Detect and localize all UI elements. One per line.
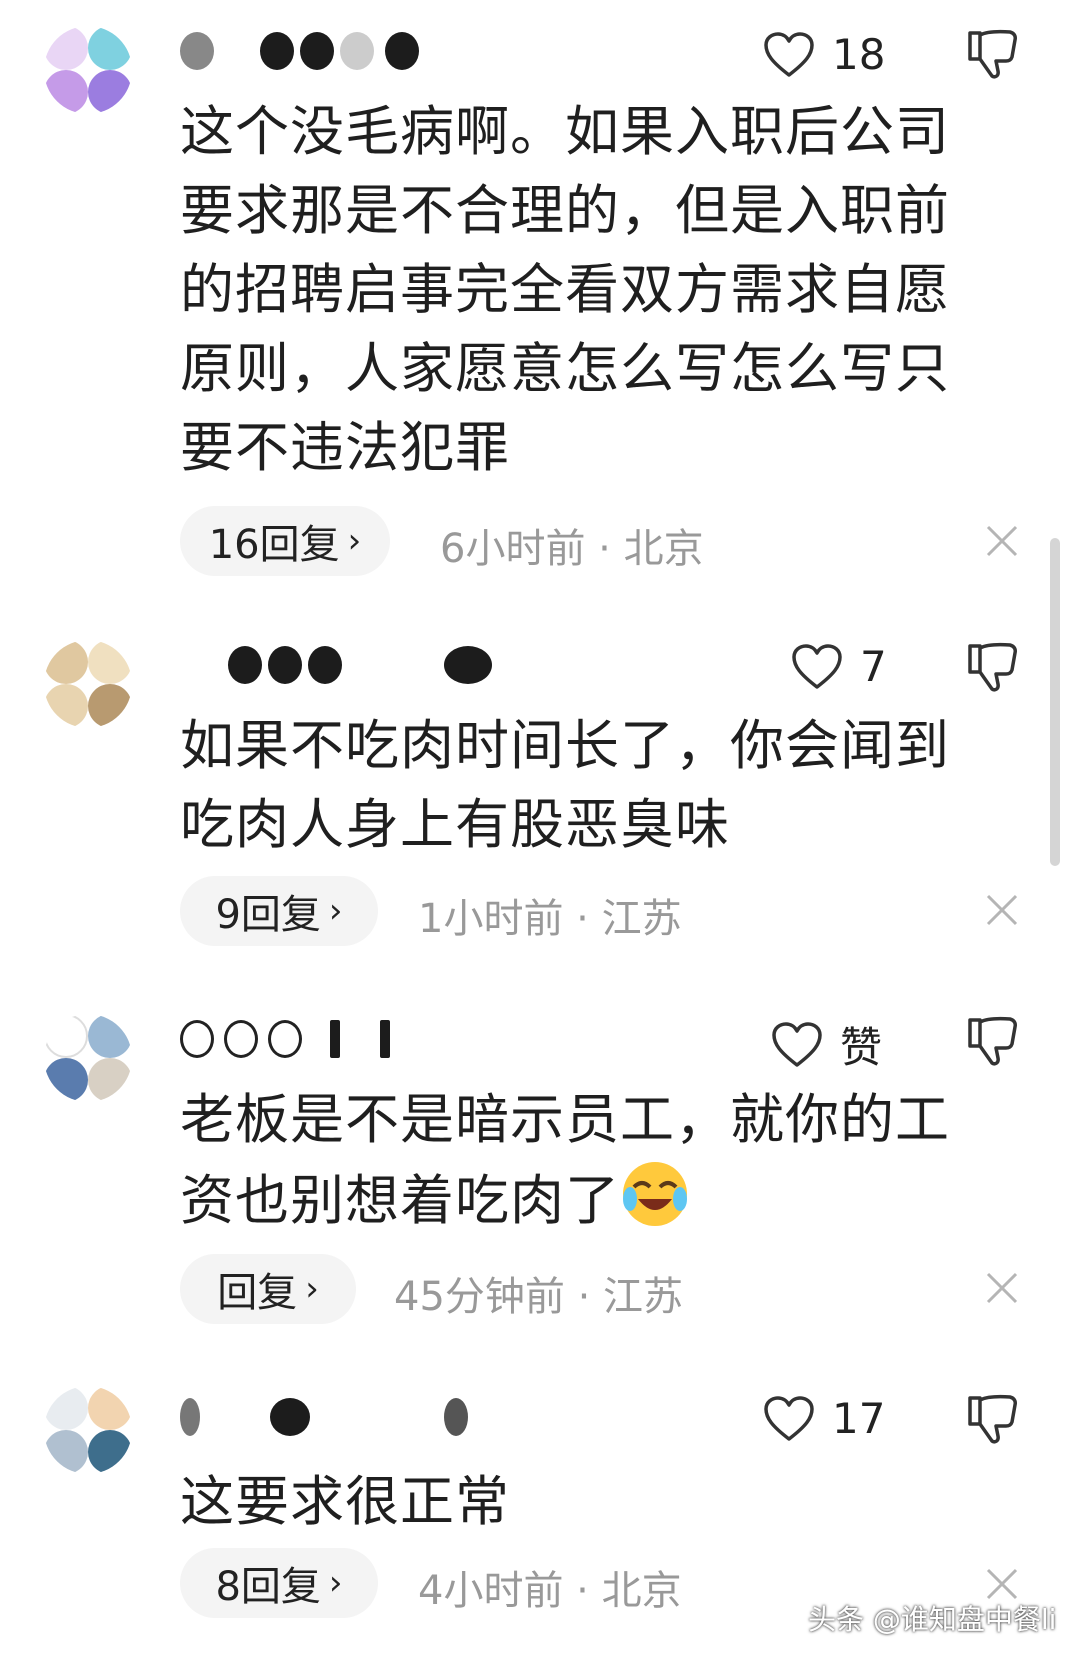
close-icon[interactable] [984, 1566, 1020, 1602]
close-icon[interactable] [984, 1270, 1020, 1306]
chevron-right-icon: › [328, 891, 343, 931]
chevron-right-icon: › [347, 521, 362, 561]
laugh-cry-emoji-icon [623, 1162, 687, 1226]
username-obscured[interactable] [180, 26, 480, 76]
like-count: 赞 [840, 1023, 883, 1072]
avatar[interactable] [44, 640, 132, 728]
chevron-right-icon: › [305, 1269, 319, 1309]
reply-label: 8回复 [215, 1564, 321, 1610]
scrollbar[interactable] [1050, 538, 1060, 866]
comment-text: 老板是不是暗示员工，就你的工资也别想着吃肉了 [180, 1080, 1000, 1240]
like-count: 18 [832, 30, 886, 79]
heart-icon [764, 31, 814, 77]
comment-meta: 45分钟前 · 江苏 [394, 1274, 684, 1320]
reply-button[interactable]: 9回复 › [180, 876, 378, 946]
like-button[interactable]: 17 [764, 1394, 885, 1443]
like-count: 7 [860, 642, 887, 691]
heart-icon [772, 1021, 822, 1067]
dislike-icon[interactable] [966, 640, 1020, 694]
comment-text: 这要求很正常 [180, 1470, 510, 1533]
avatar[interactable] [44, 1386, 132, 1474]
avatar[interactable] [44, 26, 132, 114]
reply-label: 16回复 [208, 522, 340, 568]
comment-text: 如果不吃肉时间长了，你会闻到吃肉人身上有股恶臭味 [180, 714, 950, 856]
comment-text-content: 老板是不是暗示员工，就你的工资也别想着吃肉了 [180, 1088, 950, 1232]
comment-meta: 1小时前 · 江苏 [418, 896, 682, 942]
like-button[interactable]: 赞 [772, 1014, 882, 1075]
like-button[interactable]: 18 [764, 30, 885, 79]
dislike-icon[interactable] [966, 27, 1020, 81]
reply-button[interactable]: 16回复 › [180, 506, 390, 576]
chevron-right-icon: › [328, 1563, 343, 1603]
username-obscured[interactable] [180, 640, 492, 690]
avatar[interactable] [44, 1014, 132, 1102]
like-button[interactable]: 7 [792, 642, 887, 691]
dislike-icon[interactable] [966, 1392, 1020, 1446]
reply-button[interactable]: 8回复 › [180, 1548, 378, 1618]
username-obscured[interactable] [180, 1392, 480, 1442]
reply-label: 回复 [217, 1270, 298, 1316]
close-icon[interactable] [984, 523, 1020, 559]
comment-text: 这个没毛病啊。如果入职后公司要求那是不合理的，但是入职前的招聘启事完全看双方需求… [180, 100, 950, 479]
comment-meta: 6小时前 · 北京 [440, 526, 704, 572]
watermark: 头条 @谁知盘中餐li [808, 1603, 1057, 1636]
dislike-icon[interactable] [966, 1014, 1020, 1068]
heart-icon [764, 1395, 814, 1441]
comment-meta: 4小时前 · 北京 [418, 1568, 682, 1614]
username-obscured[interactable] [180, 1014, 480, 1064]
reply-label: 9回复 [215, 892, 321, 938]
like-count: 17 [832, 1394, 886, 1443]
reply-button[interactable]: 回复 › [180, 1254, 356, 1324]
heart-icon [792, 643, 842, 689]
close-icon[interactable] [984, 892, 1020, 928]
